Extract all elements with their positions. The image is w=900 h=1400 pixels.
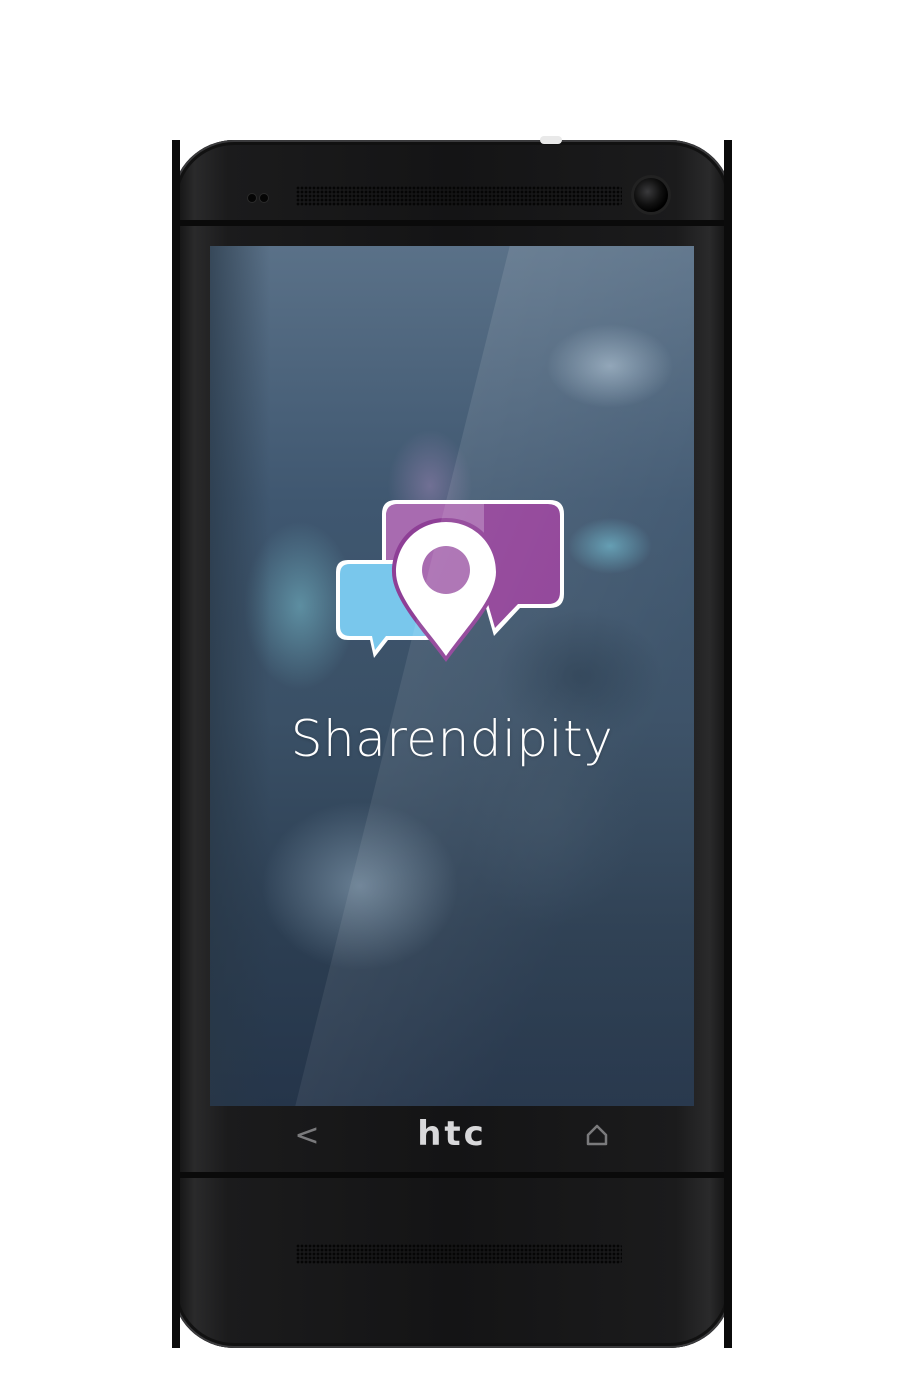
phone-side-right [724,140,732,1348]
home-icon[interactable] [582,1120,612,1150]
phone-side-left [172,140,180,1348]
power-button [540,136,562,144]
sensor-dot [260,194,268,202]
sensor-dot [248,194,256,202]
brand-logo: htc [417,1114,487,1154]
back-chevron-icon[interactable]: < [290,1118,324,1153]
proximity-sensor [248,194,268,202]
phone-top-band [180,220,724,226]
front-camera [634,178,668,212]
bottom-speaker-grille [296,1244,622,1264]
navigation-bar: < htc [210,1106,694,1166]
page: Sharendipity < htc [0,0,900,1400]
phone-bottom-band [180,1172,724,1178]
phone-frame: Sharendipity [172,136,732,1348]
screen-glare [285,246,694,1106]
phone-screen[interactable]: Sharendipity [210,246,694,1106]
top-speaker-grille [296,186,622,206]
